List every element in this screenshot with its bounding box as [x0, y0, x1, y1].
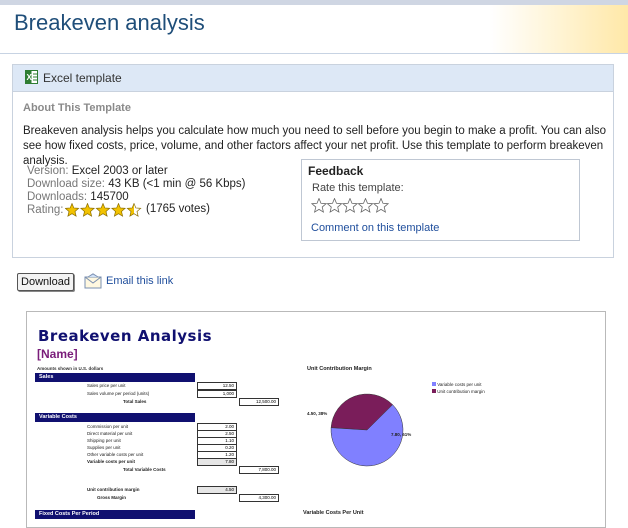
sales-bar: Sales [35, 373, 195, 382]
empty-star-icon[interactable] [341, 198, 359, 213]
total-var-label: Total Variable Costs [123, 467, 166, 472]
sales-volume-label: Sales volume per period (units) [87, 391, 150, 396]
rate-stars-input[interactable] [311, 198, 391, 214]
gross-margin-label: Gross Margin [97, 495, 127, 500]
ucm-label: Unit contribution margin [87, 487, 140, 492]
downloads-key: Downloads: [27, 191, 88, 203]
email-icon[interactable] [84, 273, 102, 289]
legend-item: Variable costs per unit [432, 382, 481, 387]
preview-title: Breakeven Analysis [38, 327, 213, 345]
star-icon [65, 203, 80, 217]
rating-stars-icon [65, 203, 142, 217]
vote-count: (1765 votes) [146, 203, 210, 215]
template-type-label: Excel template [43, 71, 122, 85]
template-preview-image: Breakeven Analysis [Name] Amounts shown … [26, 311, 606, 528]
fixed-costs-bar: Fixed Costs Per Period [35, 510, 195, 519]
gross-margin-cell: 4,300.00 [239, 494, 279, 502]
rate-label: Rate this template: [312, 182, 404, 194]
empty-star-icon[interactable] [311, 198, 328, 213]
preview-note: Amounts shown in U.S. dollars [37, 366, 104, 371]
empty-star-icon[interactable] [326, 198, 343, 213]
excel-icon: X [25, 70, 38, 84]
version-key: Version: [27, 165, 69, 177]
star-icon [95, 203, 111, 217]
total-var-cell: 7,800.00 [239, 466, 279, 474]
var-row-label: Shipping per unit [87, 438, 121, 443]
download-button[interactable]: Download [17, 273, 74, 291]
feedback-box: Feedback Rate this template: Comment on … [301, 159, 580, 241]
downloads-value: 145700 [90, 191, 129, 203]
email-link[interactable]: Email this link [106, 275, 173, 287]
var-row-label: Other variable costs per unit [87, 452, 144, 457]
pie-label-margin: 4.50, 38% [307, 411, 328, 416]
page-title: Breakeven analysis [14, 10, 205, 35]
size-value: 43 KB (<1 min @ 56 Kbps) [108, 178, 246, 190]
template-info-panel: X Excel template About This Template Bre… [12, 64, 614, 258]
pie-label-variable: 7.80, 61% [391, 432, 412, 437]
star-icon [126, 203, 142, 217]
panel-header: X Excel template [13, 65, 613, 92]
legend-label: Unit contribution margin [437, 389, 485, 394]
downloads-row: Downloads: 145700 [27, 191, 129, 203]
sales-price-cell: 12.50 [197, 382, 237, 390]
variable-costs-bar: Variable Costs [35, 413, 195, 422]
var-row-label: Supplies per unit [87, 445, 121, 450]
legend-item: Unit contribution margin [432, 389, 485, 394]
star-icon [79, 203, 96, 217]
preview-name: [Name] [37, 347, 78, 361]
empty-star-icon[interactable] [372, 198, 390, 213]
var-total-label: Variable costs per unit [87, 459, 136, 464]
rating-row: Rating: [27, 204, 63, 216]
rating-key: Rating: [27, 204, 64, 216]
total-sales-label: Total Sales [123, 399, 147, 404]
variable-costs-chart-title: Variable Costs Per Unit [303, 510, 364, 516]
var-total-cell: 7.80 [197, 458, 237, 466]
legend-label: Variable costs per unit [437, 382, 482, 387]
empty-star-icon[interactable] [357, 198, 374, 213]
size-key: Download size: [27, 178, 105, 190]
version-row: Version: Excel 2003 or later [27, 165, 168, 177]
title-divider [0, 53, 628, 54]
pie-chart-title: Unit Contribution Margin [307, 366, 372, 372]
star-icon [110, 203, 127, 217]
feedback-title: Feedback [308, 164, 364, 178]
sales-price-label: Sales price per unit [87, 383, 126, 388]
sales-volume-cell: 1,000 [197, 390, 237, 398]
comment-link[interactable]: Comment on this template [311, 222, 439, 234]
var-row-label: Direct material per unit [87, 431, 133, 436]
download-size-row: Download size: 43 KB (<1 min @ 56 Kbps) [27, 178, 245, 190]
svg-text:X: X [27, 73, 33, 82]
total-sales-cell: 12,500.00 [239, 398, 279, 406]
ucm-cell: 4.50 [197, 486, 237, 494]
version-value: Excel 2003 or later [71, 165, 168, 177]
var-row-label: Commission per unit [87, 424, 129, 429]
about-heading: About This Template [23, 102, 131, 114]
pie-chart [330, 393, 404, 467]
